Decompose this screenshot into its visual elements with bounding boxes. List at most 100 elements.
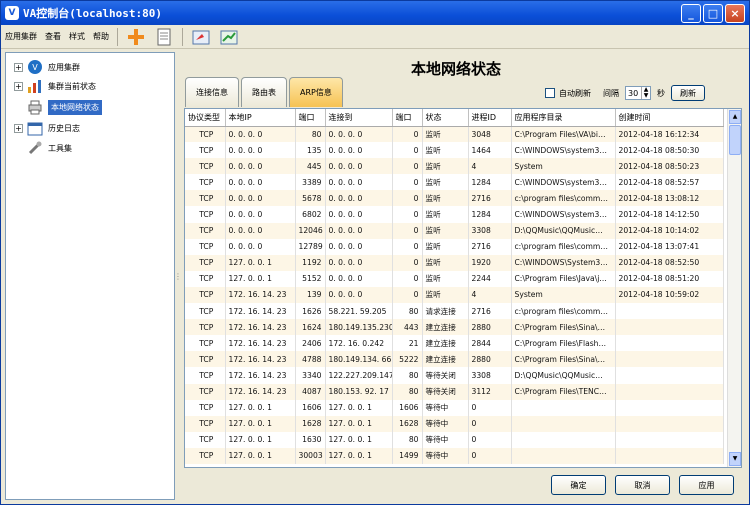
table-cell: 建立连接 <box>422 319 469 336</box>
table-cell: 127. 0. 0. 1 <box>225 270 296 287</box>
cancel-button[interactable]: 取消 <box>615 475 670 495</box>
interval-spinner[interactable]: 30 ▲ ▼ <box>625 86 651 100</box>
apply-button[interactable]: 应用 <box>679 475 734 495</box>
table-row[interactable]: TCP 172. 16. 14. 23 4788 180.149.134. 66 522… <box>185 351 724 368</box>
ok-button[interactable]: 确定 <box>551 475 606 495</box>
toolbar-separator <box>182 27 183 46</box>
column-header[interactable]: 创建时间 <box>615 109 724 127</box>
maximize-button[interactable]: □ <box>703 3 723 23</box>
table-row[interactable]: TCP 127. 0. 0. 1 1630 127. 0. 0. 1 80 等待中 0 <box>185 431 724 448</box>
table-cell: 1284 <box>468 206 512 223</box>
table-cell: TCP <box>185 206 226 223</box>
add-icon[interactable] <box>126 28 146 46</box>
table-row[interactable]: TCP 127. 0. 0. 1 1628 127. 0. 0. 1 1628 等待中 0 <box>185 415 724 432</box>
scroll-up-icon[interactable]: ▲ <box>729 110 741 124</box>
table-row[interactable]: TCP 127. 0. 0. 1 1192 0. 0. 0. 0 0 监听 1920 C:\W… <box>185 254 724 271</box>
table-cell: 请求连接 <box>422 303 469 320</box>
table-row[interactable]: TCP 127. 0. 0. 1 30003 127. 0. 0. 1 1499 等待中 0 <box>185 447 724 464</box>
column-header[interactable]: 本地IP <box>225 109 296 127</box>
table-cell: TCP <box>185 447 226 464</box>
table-cell: 0 <box>392 126 423 143</box>
tree-item-cluster[interactable]: + V 应用集群 <box>14 58 80 76</box>
table-cell: C:\Program Files\TENC… <box>511 383 616 400</box>
table-cell <box>615 319 724 336</box>
table-row[interactable]: TCP 127. 0. 0. 1 5152 0. 0. 0. 0 0 监听 2244 C:\P… <box>185 270 724 287</box>
table-row[interactable]: TCP 172. 16. 14. 23 4087 180.153. 92. 17 80 等… <box>185 383 724 400</box>
tab-arp-info[interactable]: ARP信息 <box>289 77 343 107</box>
bar-chart-icon <box>27 78 43 94</box>
scroll-thumb[interactable] <box>729 125 741 155</box>
minimize-button[interactable]: _ <box>681 3 701 23</box>
table-row[interactable]: TCP 0. 0. 0. 0 12046 0. 0. 0. 0 0 监听 3308 D:\QQ… <box>185 222 724 239</box>
expander-icon[interactable]: + <box>14 123 23 133</box>
table-cell: TCP <box>185 270 226 287</box>
table-cell: 0 <box>468 447 512 464</box>
menu-item-view[interactable]: 查看 <box>41 31 65 42</box>
table-row[interactable]: TCP 0. 0. 0. 0 12789 0. 0. 0. 0 0 监听 2716 c:\pr… <box>185 238 724 255</box>
table-cell: TCP <box>185 126 226 143</box>
menu-item-style[interactable]: 样式 <box>65 31 89 42</box>
table-cell: 等待关闭 <box>422 367 469 384</box>
svg-text:V: V <box>32 63 38 72</box>
table-row[interactable]: TCP 0. 0. 0. 0 6802 0. 0. 0. 0 0 监听 1284 C:\WIN… <box>185 206 724 223</box>
table-cell: 172. 16. 14. 23 <box>225 335 296 352</box>
table-header-row: 协议类型 本地IP 端口 连接到 端口 状态 进程ID 应用程序目录 创建时间 <box>185 109 724 127</box>
menu-item-help[interactable]: 帮助 <box>89 31 113 42</box>
table-row[interactable]: TCP 127. 0. 0. 1 1606 127. 0. 0. 1 1606 等待中 0 <box>185 399 724 416</box>
table-row[interactable]: TCP 0. 0. 0. 0 5678 0. 0. 0. 0 0 监听 2716 c:\pro… <box>185 190 724 207</box>
table-row[interactable]: TCP 172. 16. 14. 23 1626 58.221. 59.205 80 请求… <box>185 303 724 320</box>
tree-item-local-network[interactable]: 本地网络状态 <box>27 98 102 116</box>
table-row[interactable]: TCP 172. 16. 14. 23 3340 122.227.209.147 80 等… <box>185 367 724 384</box>
column-header[interactable]: 端口 <box>295 109 326 127</box>
export-icon[interactable] <box>191 28 211 46</box>
vertical-scrollbar[interactable]: ▲ ▼ <box>727 109 741 467</box>
tree-item-tools[interactable]: 工具集 <box>27 139 72 157</box>
app-icon: V <box>5 6 19 20</box>
expander-icon[interactable]: + <box>14 81 23 91</box>
table-cell: 0. 0. 0. 0 <box>325 142 393 159</box>
chart-icon[interactable] <box>219 28 239 46</box>
column-header[interactable]: 应用程序目录 <box>511 109 616 127</box>
table-row[interactable]: TCP 0. 0. 0. 0 3389 0. 0. 0. 0 0 监听 1284 C:\WIN… <box>185 174 724 191</box>
table-row[interactable]: TCP 0. 0. 0. 0 135 0. 0. 0. 0 0 监听 1464 C:\WIND… <box>185 142 724 159</box>
table-row[interactable]: TCP 0. 0. 0. 0 80 0. 0. 0. 0 0 监听 3048 C:\Progr… <box>185 126 724 143</box>
table-row[interactable]: TCP 172. 16. 14. 23 2406 172. 16. 0.242 21 建立… <box>185 335 724 352</box>
tree-item-history-log[interactable]: + 历史日志 <box>14 119 80 137</box>
table-cell: 0 <box>392 158 423 175</box>
title-bar[interactable]: V VA控制台(localhost:80) _ □ × <box>1 1 749 25</box>
interval-unit: 秒 <box>657 88 665 98</box>
column-header[interactable]: 端口 <box>392 109 423 127</box>
column-header[interactable]: 状态 <box>422 109 469 127</box>
table-cell: c:\program files\comm… <box>511 303 616 320</box>
column-header[interactable]: 进程ID <box>468 109 512 127</box>
tab-routing-table[interactable]: 路由表 <box>241 77 287 107</box>
table-cell: TCP <box>185 286 226 304</box>
scroll-down-icon[interactable]: ▼ <box>729 452 741 466</box>
table-cell: 127. 0. 0. 1 <box>225 431 296 448</box>
table-cell: 3308 <box>468 367 512 384</box>
table-row[interactable]: TCP 0. 0. 0. 0 445 0. 0. 0. 0 0 监听 4 System 2012… <box>185 158 724 175</box>
document-icon[interactable] <box>154 28 174 46</box>
close-button[interactable]: × <box>725 3 745 23</box>
column-header[interactable]: 协议类型 <box>185 109 226 127</box>
table-cell: 127. 0. 0. 1 <box>325 447 393 464</box>
table-cell: 等待中 <box>422 431 469 448</box>
refresh-button[interactable]: 刷新 <box>671 85 705 101</box>
table-cell: 1464 <box>468 142 512 159</box>
menu-item-cluster[interactable]: 应用集群 <box>1 31 41 42</box>
expander-icon[interactable]: + <box>14 62 23 72</box>
table-cell: 3048 <box>468 126 512 143</box>
table-cell: TCP <box>185 238 226 255</box>
table-row[interactable]: TCP 172. 16. 14. 23 1624 180.149.135.230 443… <box>185 319 724 336</box>
table-cell: C:\Program Files\Sina\… <box>511 351 616 368</box>
table-cell: 监听 <box>422 238 469 255</box>
table-row[interactable]: TCP 172. 16. 14. 23 139 0. 0. 0. 0 0 监听 4 Syste… <box>185 286 724 304</box>
table-cell: TCP <box>185 222 226 239</box>
column-header[interactable]: 连接到 <box>325 109 393 127</box>
table-cell: C:\WINDOWS\system3… <box>511 142 616 159</box>
tab-connections[interactable]: 连接信息 <box>185 77 239 107</box>
spinner-arrows-icon[interactable]: ▲ ▼ <box>641 87 650 99</box>
tree-item-cluster-status[interactable]: + 集群当前状态 <box>14 77 96 95</box>
tree-item-label: 集群当前状态 <box>48 81 96 91</box>
auto-refresh-checkbox[interactable] <box>545 88 555 98</box>
